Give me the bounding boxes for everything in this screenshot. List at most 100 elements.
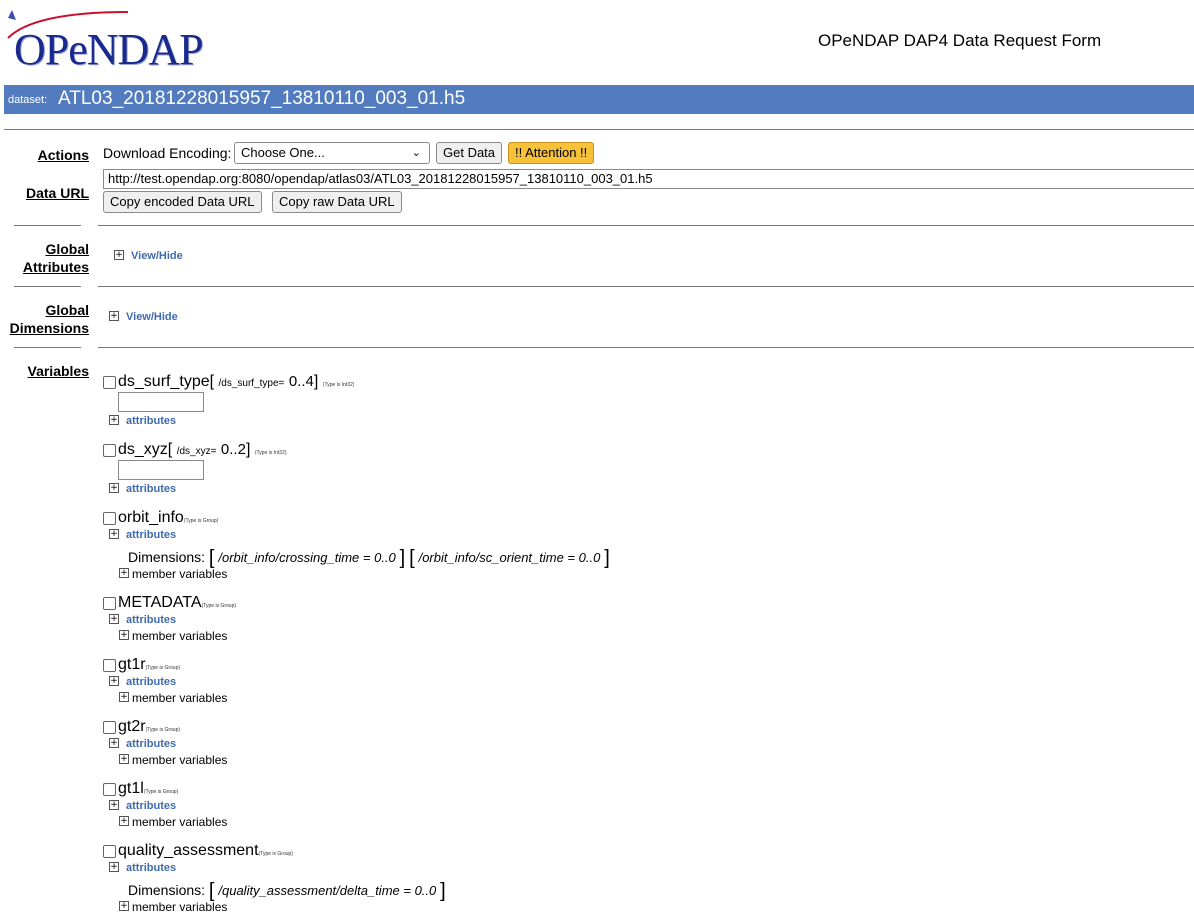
constraint-input[interactable] [118, 392, 204, 412]
expand-plus-icon[interactable]: + [119, 630, 129, 640]
variable-name: orbit_info [118, 509, 184, 526]
form-title: OPeNDAP DAP4 Data Request Form [818, 31, 1102, 50]
variable-name: gt1r [118, 656, 146, 673]
attributes-link[interactable]: attributes [126, 483, 176, 495]
variable-gt1l: gt1l(Type is Group) [118, 780, 178, 798]
variable-name: gt2r [118, 718, 146, 735]
chevron-down-icon: ⌄ [411, 147, 421, 159]
variable-type: (Type is Group) [258, 851, 293, 857]
global-attributes-label: Global Attributes [0, 240, 89, 276]
data-url-label: Data URL [25, 185, 89, 201]
dimension-name: /orbit_info/crossing_time = [218, 550, 375, 565]
encoding-select-value: Choose One... [241, 145, 325, 160]
variable-type: (Type is Group) [143, 789, 179, 795]
variable-gt2r: gt2r(Type is Group) [118, 718, 180, 736]
dimension-range: 0..0 [578, 550, 601, 565]
attributes-link[interactable]: attributes [126, 415, 176, 427]
variable-ds-xyz: ds_xyz[ /ds_xyz= 0..2] (Type is Int32) [118, 441, 287, 459]
attention-button[interactable]: !! Attention !! [508, 142, 595, 164]
expand-plus-icon[interactable]: + [119, 901, 129, 911]
expand-plus-icon[interactable]: + [119, 692, 129, 702]
member-variables-link[interactable]: member variables [132, 691, 227, 705]
expand-plus-icon[interactable]: + [109, 483, 119, 493]
expand-plus-icon[interactable]: + [119, 754, 129, 764]
dataset-bar: dataset: ATL03_20181228015957_13810110_0… [4, 85, 1194, 114]
variable-checkbox[interactable] [103, 845, 116, 858]
divider [98, 347, 1194, 348]
bracket-close: ] [440, 880, 446, 902]
download-encoding-label: Download Encoding: [103, 145, 232, 161]
variable-type: (Type is Group) [145, 727, 181, 733]
global-attributes-toggle[interactable]: View/Hide [131, 250, 183, 262]
bracket-close: ] [313, 373, 319, 390]
logo-text: OPeNDAP [14, 25, 204, 74]
variable-checkbox[interactable] [103, 783, 116, 796]
variable-checkbox[interactable] [103, 444, 116, 457]
encoding-select[interactable]: Choose One... ⌄ [234, 142, 430, 164]
actions-label: Actions [37, 147, 89, 163]
dimension-range: 0..0 [374, 550, 396, 565]
expand-plus-icon[interactable]: + [109, 800, 119, 810]
attributes-link[interactable]: attributes [126, 529, 176, 541]
member-variables-link[interactable]: member variables [132, 567, 227, 581]
variable-name: METADATA [118, 594, 202, 611]
expand-plus-icon[interactable]: + [119, 816, 129, 826]
member-variables-link[interactable]: member variables [132, 815, 227, 829]
opendap-logo: OPeNDAP [4, 6, 224, 76]
dimension-name: /ds_surf_type= [218, 378, 285, 389]
expand-plus-icon[interactable]: + [109, 676, 119, 686]
attributes-link[interactable]: attributes [126, 862, 176, 874]
constraint-input[interactable] [118, 460, 204, 480]
bracket-open: [ [208, 547, 215, 569]
global-attributes-label-line1: Global [45, 241, 89, 257]
attributes-link[interactable]: attributes [126, 800, 176, 812]
attributes-link[interactable]: attributes [126, 614, 176, 626]
member-variables-link[interactable]: member variables [132, 900, 227, 914]
expand-plus-icon[interactable]: + [119, 568, 129, 578]
dimension-range: 0..2 [220, 441, 246, 458]
get-data-button[interactable]: Get Data [436, 142, 503, 164]
variable-checkbox[interactable] [103, 659, 116, 672]
divider [4, 129, 1194, 130]
variable-checkbox[interactable] [103, 512, 116, 525]
variable-checkbox[interactable] [103, 376, 116, 389]
global-dimensions-label-line2: Dimensions [9, 320, 89, 336]
variable-type: (Type is Group) [201, 603, 237, 609]
bracket-close: ] [399, 547, 406, 569]
variable-quality-assessment: quality_assessment(Type is Group) [118, 842, 293, 860]
attributes-link[interactable]: attributes [126, 738, 176, 750]
member-variables-link[interactable]: member variables [132, 629, 227, 643]
copy-encoded-url-button[interactable]: Copy encoded Data URL [103, 191, 262, 213]
divider [14, 347, 81, 348]
data-url-field[interactable]: http://test.opendap.org:8080/opendap/atl… [103, 169, 1194, 189]
bracket-close: ] [604, 547, 610, 569]
expand-plus-icon[interactable]: + [109, 415, 119, 425]
copy-raw-url-button[interactable]: Copy raw Data URL [272, 191, 402, 213]
variable-checkbox[interactable] [103, 721, 116, 734]
expand-plus-icon[interactable]: + [114, 250, 124, 260]
variable-checkbox[interactable] [103, 597, 116, 610]
divider [98, 286, 1194, 287]
member-variables-link[interactable]: member variables [132, 753, 227, 767]
divider [14, 225, 81, 226]
bracket-open: [ [409, 547, 415, 569]
expand-plus-icon[interactable]: + [109, 614, 119, 624]
global-dimensions-label: Global Dimensions [0, 301, 89, 337]
variable-orbit-info: orbit_info(Type is Group) [118, 509, 218, 527]
bracket-open: [ [167, 441, 173, 458]
expand-plus-icon[interactable]: + [109, 529, 119, 539]
expand-plus-icon[interactable]: + [109, 862, 119, 872]
variable-type: (Type is Group) [145, 665, 181, 671]
global-attributes-label-line2: Attributes [22, 259, 89, 275]
global-dimensions-toggle[interactable]: View/Hide [126, 311, 178, 323]
bracket-open: [ [208, 880, 215, 902]
dimension-name: /orbit_info/sc_orient_time = [418, 550, 579, 565]
variable-name: ds_surf_type [118, 373, 210, 390]
variable-type: (Type is Int32) [254, 450, 287, 456]
attributes-link[interactable]: attributes [126, 676, 176, 688]
divider [98, 225, 1194, 226]
dataset-name: ATL03_20181228015957_13810110_003_01.h5 [58, 88, 466, 109]
bracket-open: [ [209, 373, 215, 390]
expand-plus-icon[interactable]: + [109, 311, 119, 321]
expand-plus-icon[interactable]: + [109, 738, 119, 748]
